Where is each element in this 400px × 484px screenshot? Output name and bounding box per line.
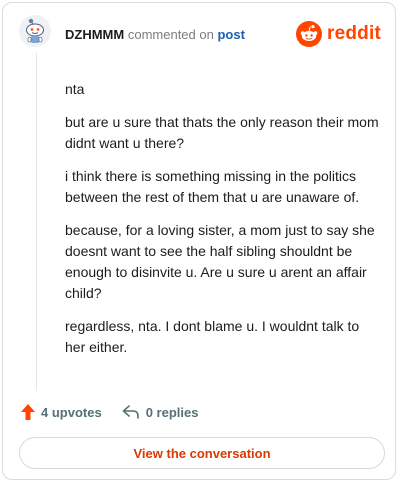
comment-paragraph: i think there is something missing in th… xyxy=(65,168,360,205)
comment-paragraph: because, for a loving sister, a mom just… xyxy=(65,222,375,301)
thread-line xyxy=(36,53,37,391)
comment-paragraph: regardless, nta. I dont blame u. I would… xyxy=(65,318,360,355)
comment-paragraph: nta xyxy=(65,81,85,97)
snoo-avatar-icon xyxy=(19,15,51,47)
upvotes-count: 4 upvotes xyxy=(41,404,102,420)
avatar[interactable] xyxy=(19,15,51,47)
comment-action: commented on xyxy=(127,27,214,42)
replies-count: 0 replies xyxy=(145,404,199,420)
comment-footer: 4 upvotes 0 replies xyxy=(21,404,198,420)
view-conversation-button[interactable]: View the conversation xyxy=(19,437,385,469)
brand-name: reddit xyxy=(327,23,381,44)
comment-header: DZHMMM commented on post xyxy=(65,27,245,43)
upvote-arrow-icon xyxy=(21,404,35,420)
reddit-brand[interactable]: reddit xyxy=(296,21,381,47)
replies-button[interactable]: 0 replies xyxy=(122,404,199,420)
upvote-button[interactable]: 4 upvotes xyxy=(21,404,102,420)
post-link[interactable]: post xyxy=(217,27,244,42)
username[interactable]: DZHMMM xyxy=(65,27,124,42)
reddit-logo-icon xyxy=(296,21,323,47)
comment-card: DZHMMM commented on post reddit nta but … xyxy=(2,2,396,480)
comment-body: nta but are u sure that thats the only r… xyxy=(65,79,383,370)
comment-paragraph: but are u sure that thats the only reaso… xyxy=(65,114,379,151)
reply-arrow-icon xyxy=(122,405,139,419)
